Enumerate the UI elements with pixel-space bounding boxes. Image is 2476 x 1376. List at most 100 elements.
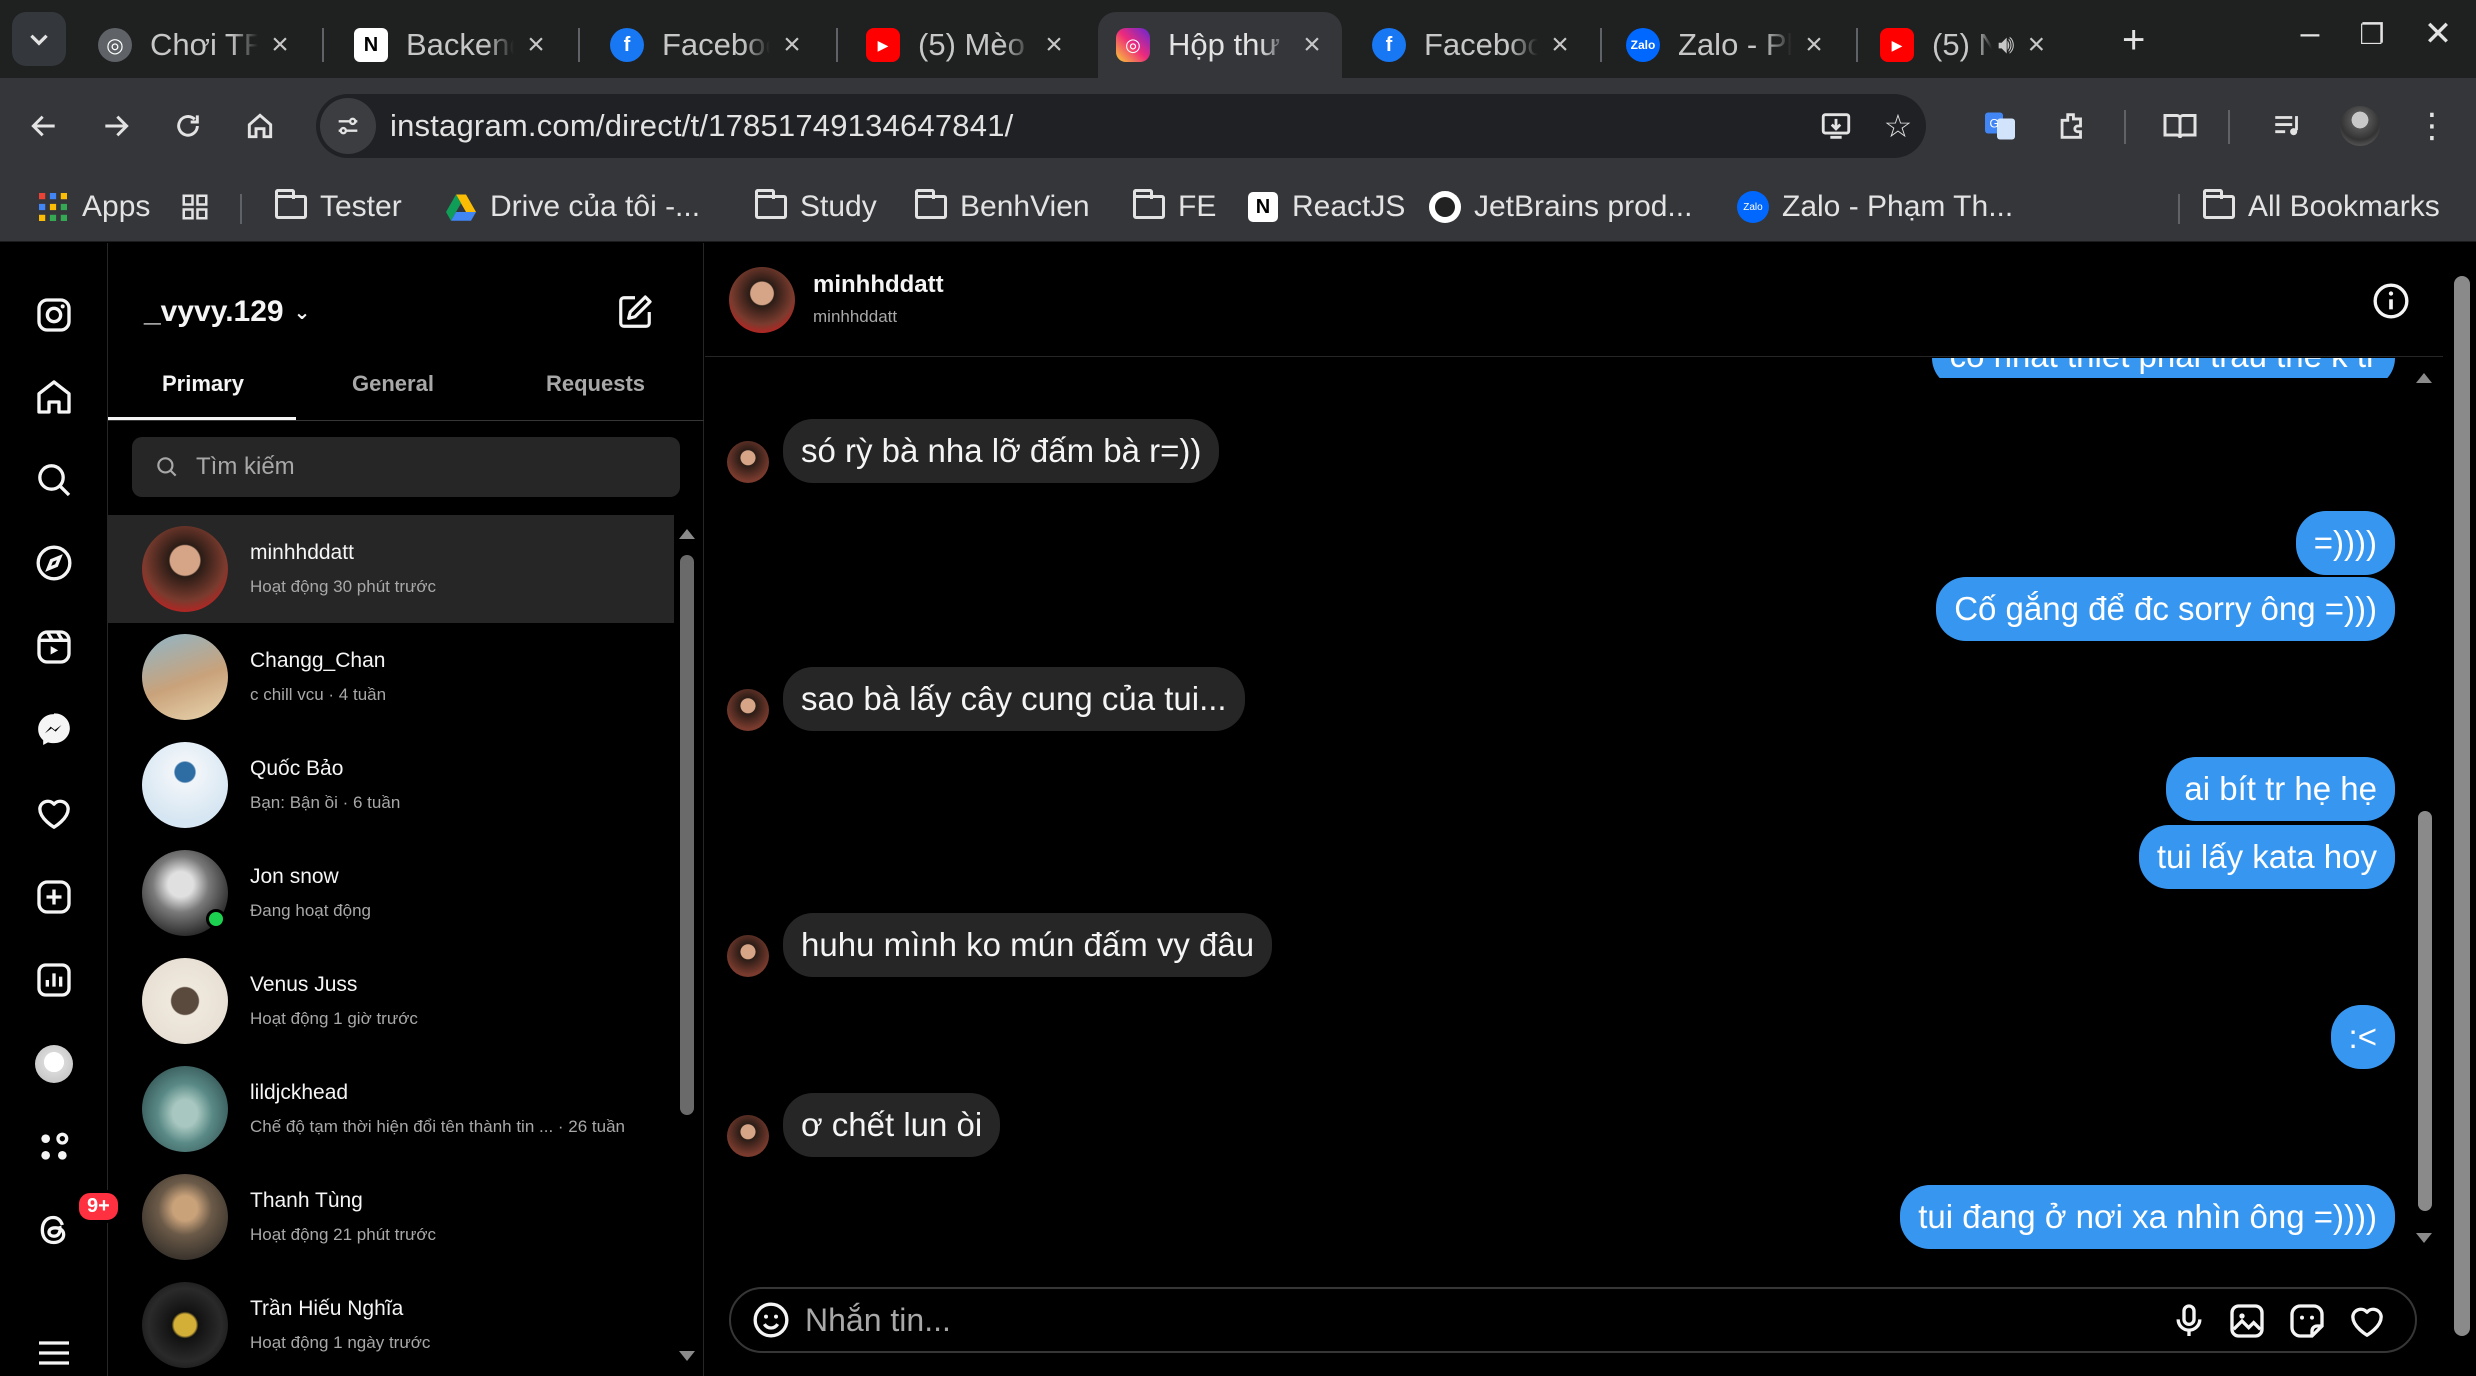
media-controls-icon[interactable] <box>2262 100 2314 152</box>
conversation-item-thanh-tung[interactable]: Thanh Tùng Hoạt động 21 phút trước <box>108 1163 674 1271</box>
reload-button[interactable] <box>162 100 214 152</box>
message-bubble-outgoing[interactable]: :< <box>2330 1005 2395 1069</box>
conversation-info-button[interactable] <box>2371 281 2411 321</box>
reading-mode-icon[interactable] <box>2154 100 2206 152</box>
conversation-item-changg-chan[interactable]: Changg_Chan c chill vcu · 4 tuần <box>108 623 674 731</box>
page-scrollbar-thumb[interactable] <box>2454 276 2470 1336</box>
close-icon[interactable]: × <box>2024 28 2048 62</box>
photo-icon[interactable] <box>2227 1301 2267 1341</box>
message-bubble-incoming[interactable]: sao bà lấy cây cung của tui... <box>783 667 1245 731</box>
message-bubble-outgoing[interactable]: có nhất thiết phải trầu thế k tr <box>1931 358 2395 378</box>
speaker-icon[interactable]: 🔊︎ <box>1998 29 2014 61</box>
bookmark-jetbrains[interactable]: JetBrains prod... <box>1428 184 1692 230</box>
message-bubble-incoming[interactable]: huhu mình ko mún đấm vy đâu <box>783 913 1273 977</box>
browser-tab[interactable]: f Facebook × <box>592 12 822 78</box>
forward-button[interactable] <box>90 100 142 152</box>
conversation-item-tran-hieu-nghia[interactable]: Trần Hiếu Nghĩa Hoạt động 1 ngày trước <box>108 1271 674 1376</box>
conversation-item-minhhddatt[interactable]: minhhddatt Hoạt động 30 phút trước <box>108 515 674 623</box>
bookmark-tester[interactable]: Tester <box>274 184 402 230</box>
message-bubble-incoming[interactable]: ơ chết lun òi <box>783 1093 1001 1157</box>
message-bubble-outgoing[interactable]: Cố gắng để đc sorry ông =))) <box>1936 577 2395 641</box>
url-text[interactable]: instagram.com/direct/t/17851749134647841… <box>390 108 1013 144</box>
scroll-down-arrow[interactable] <box>2416 1233 2432 1243</box>
message-bubble-incoming[interactable]: só rỳ bà nha lỡ đấm bà r=)) <box>783 419 1220 483</box>
google-translate-icon[interactable]: G <box>1974 100 2026 152</box>
close-icon[interactable]: × <box>524 28 548 62</box>
install-app-icon[interactable] <box>1816 106 1856 146</box>
like-heart-icon[interactable] <box>2347 1301 2387 1341</box>
close-icon[interactable]: × <box>1548 28 1572 62</box>
message-bubble-outgoing[interactable]: tui lấy kata hoy <box>2138 825 2395 889</box>
new-tab-button[interactable]: + <box>2122 18 2145 63</box>
more-menu-icon[interactable]: ⋮ <box>2406 100 2458 152</box>
bookmark-star-icon[interactable]: ☆ <box>1878 106 1918 146</box>
close-icon[interactable]: × <box>1042 28 1066 62</box>
inbox-scrollbar[interactable] <box>680 555 694 1115</box>
meta-apps-icon[interactable] <box>30 1123 78 1171</box>
restore-button[interactable]: ❐ <box>2342 18 2402 51</box>
bookmark-drive[interactable]: Drive của tôi -... <box>444 184 700 230</box>
search-icon[interactable] <box>30 456 78 504</box>
conversation-item-quoc-bao[interactable]: Quốc Bảo Bạn: Bận ồi · 6 tuần <box>108 731 674 839</box>
conversation-item-jon-snow[interactable]: Jon snow Đang hoạt động <box>108 839 674 947</box>
bookmark-fe[interactable]: FE <box>1132 184 1216 230</box>
browser-tab[interactable]: Zalo Zalo - Ph × <box>1608 12 1844 78</box>
message-bubble-outgoing[interactable]: ai bít tr hẹ hẹ <box>2166 757 2395 821</box>
instagram-logo-icon[interactable] <box>30 291 78 339</box>
browser-tab[interactable]: ▶ (5) Ni 🔊︎ × <box>1862 12 2098 78</box>
bookmark-study[interactable]: Study <box>754 184 877 230</box>
extensions-icon[interactable] <box>2046 100 2098 152</box>
scroll-down-arrow[interactable] <box>679 1351 695 1361</box>
chat-username[interactable]: minhhddatt <box>813 271 944 299</box>
close-icon[interactable]: × <box>780 28 804 62</box>
close-window-button[interactable]: ✕ <box>2408 14 2468 54</box>
browser-tab[interactable]: N Backend × <box>336 12 566 78</box>
browser-tab[interactable]: f Facebook × <box>1354 12 1590 78</box>
reels-icon[interactable] <box>30 623 78 671</box>
profile-avatar-icon[interactable] <box>30 1040 78 1088</box>
browser-tab[interactable]: ◎ Chơi TFT × <box>80 12 310 78</box>
scroll-up-arrow[interactable] <box>2416 373 2432 383</box>
bookmark-reactjs[interactable]: N ReactJS <box>1246 184 1405 230</box>
close-icon[interactable]: × <box>1802 28 1826 62</box>
bookmark-all[interactable]: All Bookmarks <box>2202 184 2440 230</box>
search-input[interactable] <box>196 453 656 481</box>
notifications-heart-icon[interactable] <box>30 789 78 837</box>
account-switcher[interactable]: _vyvy.129 ⌄ <box>144 295 310 329</box>
tab-groups-button[interactable] <box>180 184 210 230</box>
bookmark-apps[interactable]: Apps <box>36 184 150 230</box>
threads-icon[interactable]: 9+ <box>30 1190 121 1254</box>
chat-scrollbar[interactable] <box>2418 811 2432 1211</box>
browser-tab-active[interactable]: ◎ Hộp thư × <box>1098 12 1342 78</box>
tab-primary[interactable]: Primary <box>162 371 244 397</box>
message-bubble-outgoing[interactable]: tui đang ở nơi xa nhìn ông =)))) <box>1900 1185 2395 1249</box>
tab-requests[interactable]: Requests <box>546 371 645 397</box>
message-bubble-outgoing[interactable]: =)))) <box>2295 511 2395 575</box>
more-menu-icon[interactable] <box>30 1329 78 1376</box>
search-box[interactable] <box>132 437 680 497</box>
tab-search-button[interactable] <box>12 12 66 66</box>
address-bar[interactable]: instagram.com/direct/t/17851749134647841… <box>316 94 1926 158</box>
conversation-item-venus-juss[interactable]: Venus Juss Hoạt động 1 giờ trước <box>108 947 674 1055</box>
new-message-button[interactable] <box>616 293 662 339</box>
home-icon[interactable] <box>30 373 78 421</box>
site-info-icon[interactable] <box>320 98 376 154</box>
sticker-icon[interactable] <box>2287 1301 2327 1341</box>
back-button[interactable] <box>18 100 70 152</box>
home-button[interactable] <box>234 100 286 152</box>
browser-tab[interactable]: ▶ (5) Mèo × <box>848 12 1084 78</box>
explore-compass-icon[interactable] <box>30 539 78 587</box>
bookmark-benhvien[interactable]: BenhVien <box>914 184 1090 230</box>
avatar[interactable] <box>729 267 795 333</box>
dashboard-icon[interactable] <box>30 956 78 1004</box>
close-icon[interactable]: × <box>268 28 292 62</box>
message-input[interactable] <box>805 1301 2105 1339</box>
tab-general[interactable]: General <box>352 371 434 397</box>
close-icon[interactable]: × <box>1300 28 1324 62</box>
emoji-icon[interactable] <box>751 1300 791 1340</box>
messenger-icon[interactable] <box>30 706 78 754</box>
scroll-up-arrow[interactable] <box>679 529 695 539</box>
conversation-item-lildjckhead[interactable]: lildjckhead Chế độ tạm thời hiện đổi tên… <box>108 1055 674 1163</box>
minimize-button[interactable]: – <box>2280 14 2340 53</box>
page-scrollbar[interactable] <box>2446 244 2476 1376</box>
